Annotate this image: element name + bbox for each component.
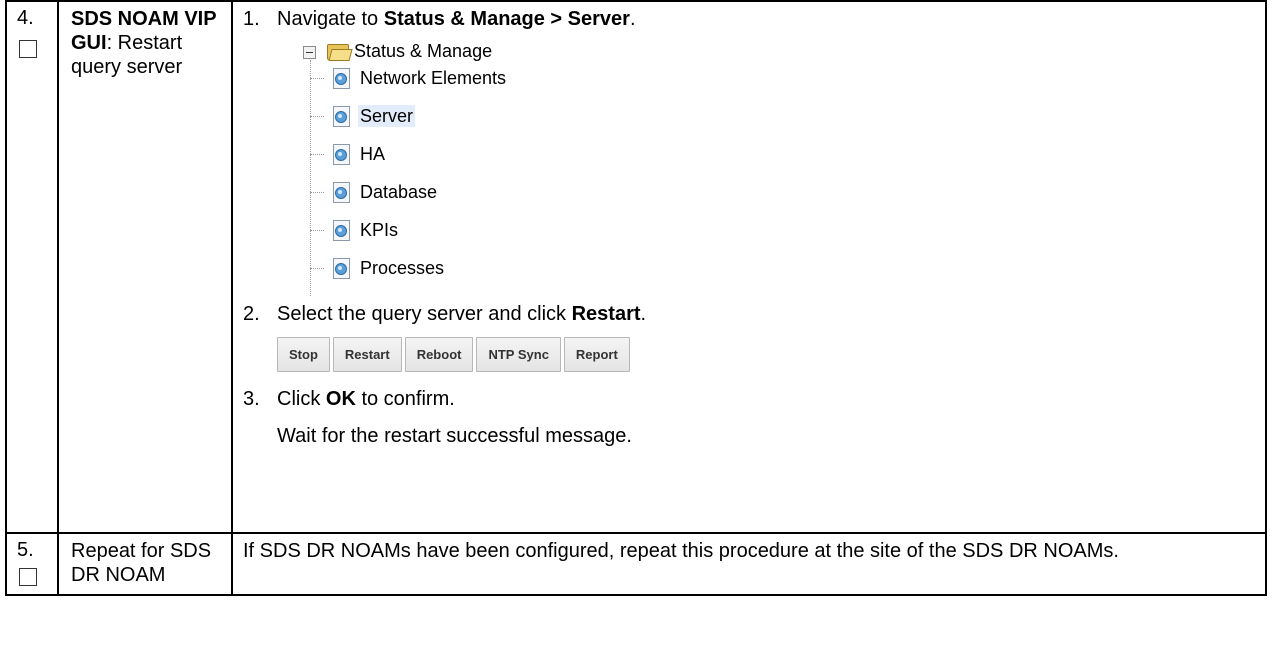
restart-button[interactable]: Restart <box>332 337 402 372</box>
instruction-1: 1. Navigate to Status & Manage > Server. <box>243 7 1255 31</box>
tree-item-label: KPIs <box>360 220 399 240</box>
stop-button[interactable]: Stop <box>277 337 330 372</box>
ntp-sync-button[interactable]: NTP Sync <box>476 337 561 372</box>
page-icon <box>332 106 350 127</box>
tree-item-network-elements[interactable]: Network Elements <box>310 63 508 93</box>
tree-root-label: Status & Manage <box>354 41 493 61</box>
instruction-text-pre: Click <box>277 388 326 410</box>
reboot-button[interactable]: Reboot <box>404 337 474 372</box>
instruction-text-post: . <box>640 303 647 325</box>
navigation-tree: Status & Manage Network Elements Server … <box>303 38 1255 302</box>
page-icon <box>332 144 350 165</box>
step-title: SDS NOAM VIP GUI: Restart query server <box>57 0 233 534</box>
tree-item-ha[interactable]: HA <box>310 139 387 169</box>
tree-item-label: Server <box>358 105 416 127</box>
step-content: If SDS DR NOAMs have been configured, re… <box>231 532 1267 596</box>
page-icon <box>332 258 350 279</box>
tree-item-label: Processes <box>360 258 445 278</box>
step-cell: 5. <box>5 532 59 596</box>
tree-item-server[interactable]: Server <box>310 101 416 131</box>
page-icon <box>332 68 350 89</box>
step-number: 5. <box>17 539 34 561</box>
tree-item-database[interactable]: Database <box>310 177 439 207</box>
tree-root[interactable]: Status & Manage <box>303 38 492 64</box>
instruction-text-bold: Status & Manage > Server <box>383 8 630 30</box>
procedure-row-5: 5. Repeat for SDS DR NOAM If SDS DR NOAM… <box>5 532 1267 596</box>
instruction-3: 3. Click OK to confirm. <box>243 387 1255 411</box>
page-icon <box>332 220 350 241</box>
instruction-number: 3. <box>243 388 260 410</box>
instruction-text-post: to confirm. <box>355 388 455 410</box>
step-checkbox[interactable] <box>19 568 37 586</box>
page-icon <box>332 182 350 203</box>
instruction-text: Navigate to Status & Manage > Server. <box>277 7 636 31</box>
step-cell: 4. <box>5 0 59 534</box>
server-button-bar: Stop Restart Reboot NTP Sync Report <box>277 337 1255 374</box>
step-number: 4. <box>17 7 34 29</box>
tree-item-processes[interactable]: Processes <box>310 253 446 283</box>
procedure-row-4: 4. SDS NOAM VIP GUI: Restart query serve… <box>5 0 1267 534</box>
instruction-number: 1. <box>243 8 260 30</box>
instruction-text-pre: Select the query server and click <box>277 303 572 325</box>
instruction-text-post: . <box>629 8 636 30</box>
instruction-text-bold: Restart <box>571 303 641 325</box>
step-checkbox[interactable] <box>19 40 37 58</box>
instruction-text-pre: Navigate to <box>277 8 384 30</box>
step-content: 1. Navigate to Status & Manage > Server.… <box>231 0 1267 534</box>
restart-note: Wait for the restart successful message. <box>277 425 632 447</box>
tree-item-kpis[interactable]: KPIs <box>310 215 400 245</box>
tree-item-label: Network Elements <box>360 68 507 88</box>
tree-item-label: Database <box>360 182 438 202</box>
instruction-2: 2. Select the query server and click Res… <box>243 302 1255 326</box>
tree-item-label: HA <box>360 144 386 164</box>
instruction-number: 2. <box>243 303 260 325</box>
instruction-text: Select the query server and click Restar… <box>277 302 646 326</box>
collapse-icon[interactable] <box>303 46 316 59</box>
folder-open-icon <box>326 42 353 61</box>
instruction-text: Click OK to confirm. <box>277 387 455 411</box>
report-button[interactable]: Report <box>563 337 630 372</box>
instruction-text-bold: OK <box>325 388 356 410</box>
procedure-table: 4. SDS NOAM VIP GUI: Restart query serve… <box>5 0 1267 596</box>
step-title: Repeat for SDS DR NOAM <box>57 532 233 596</box>
